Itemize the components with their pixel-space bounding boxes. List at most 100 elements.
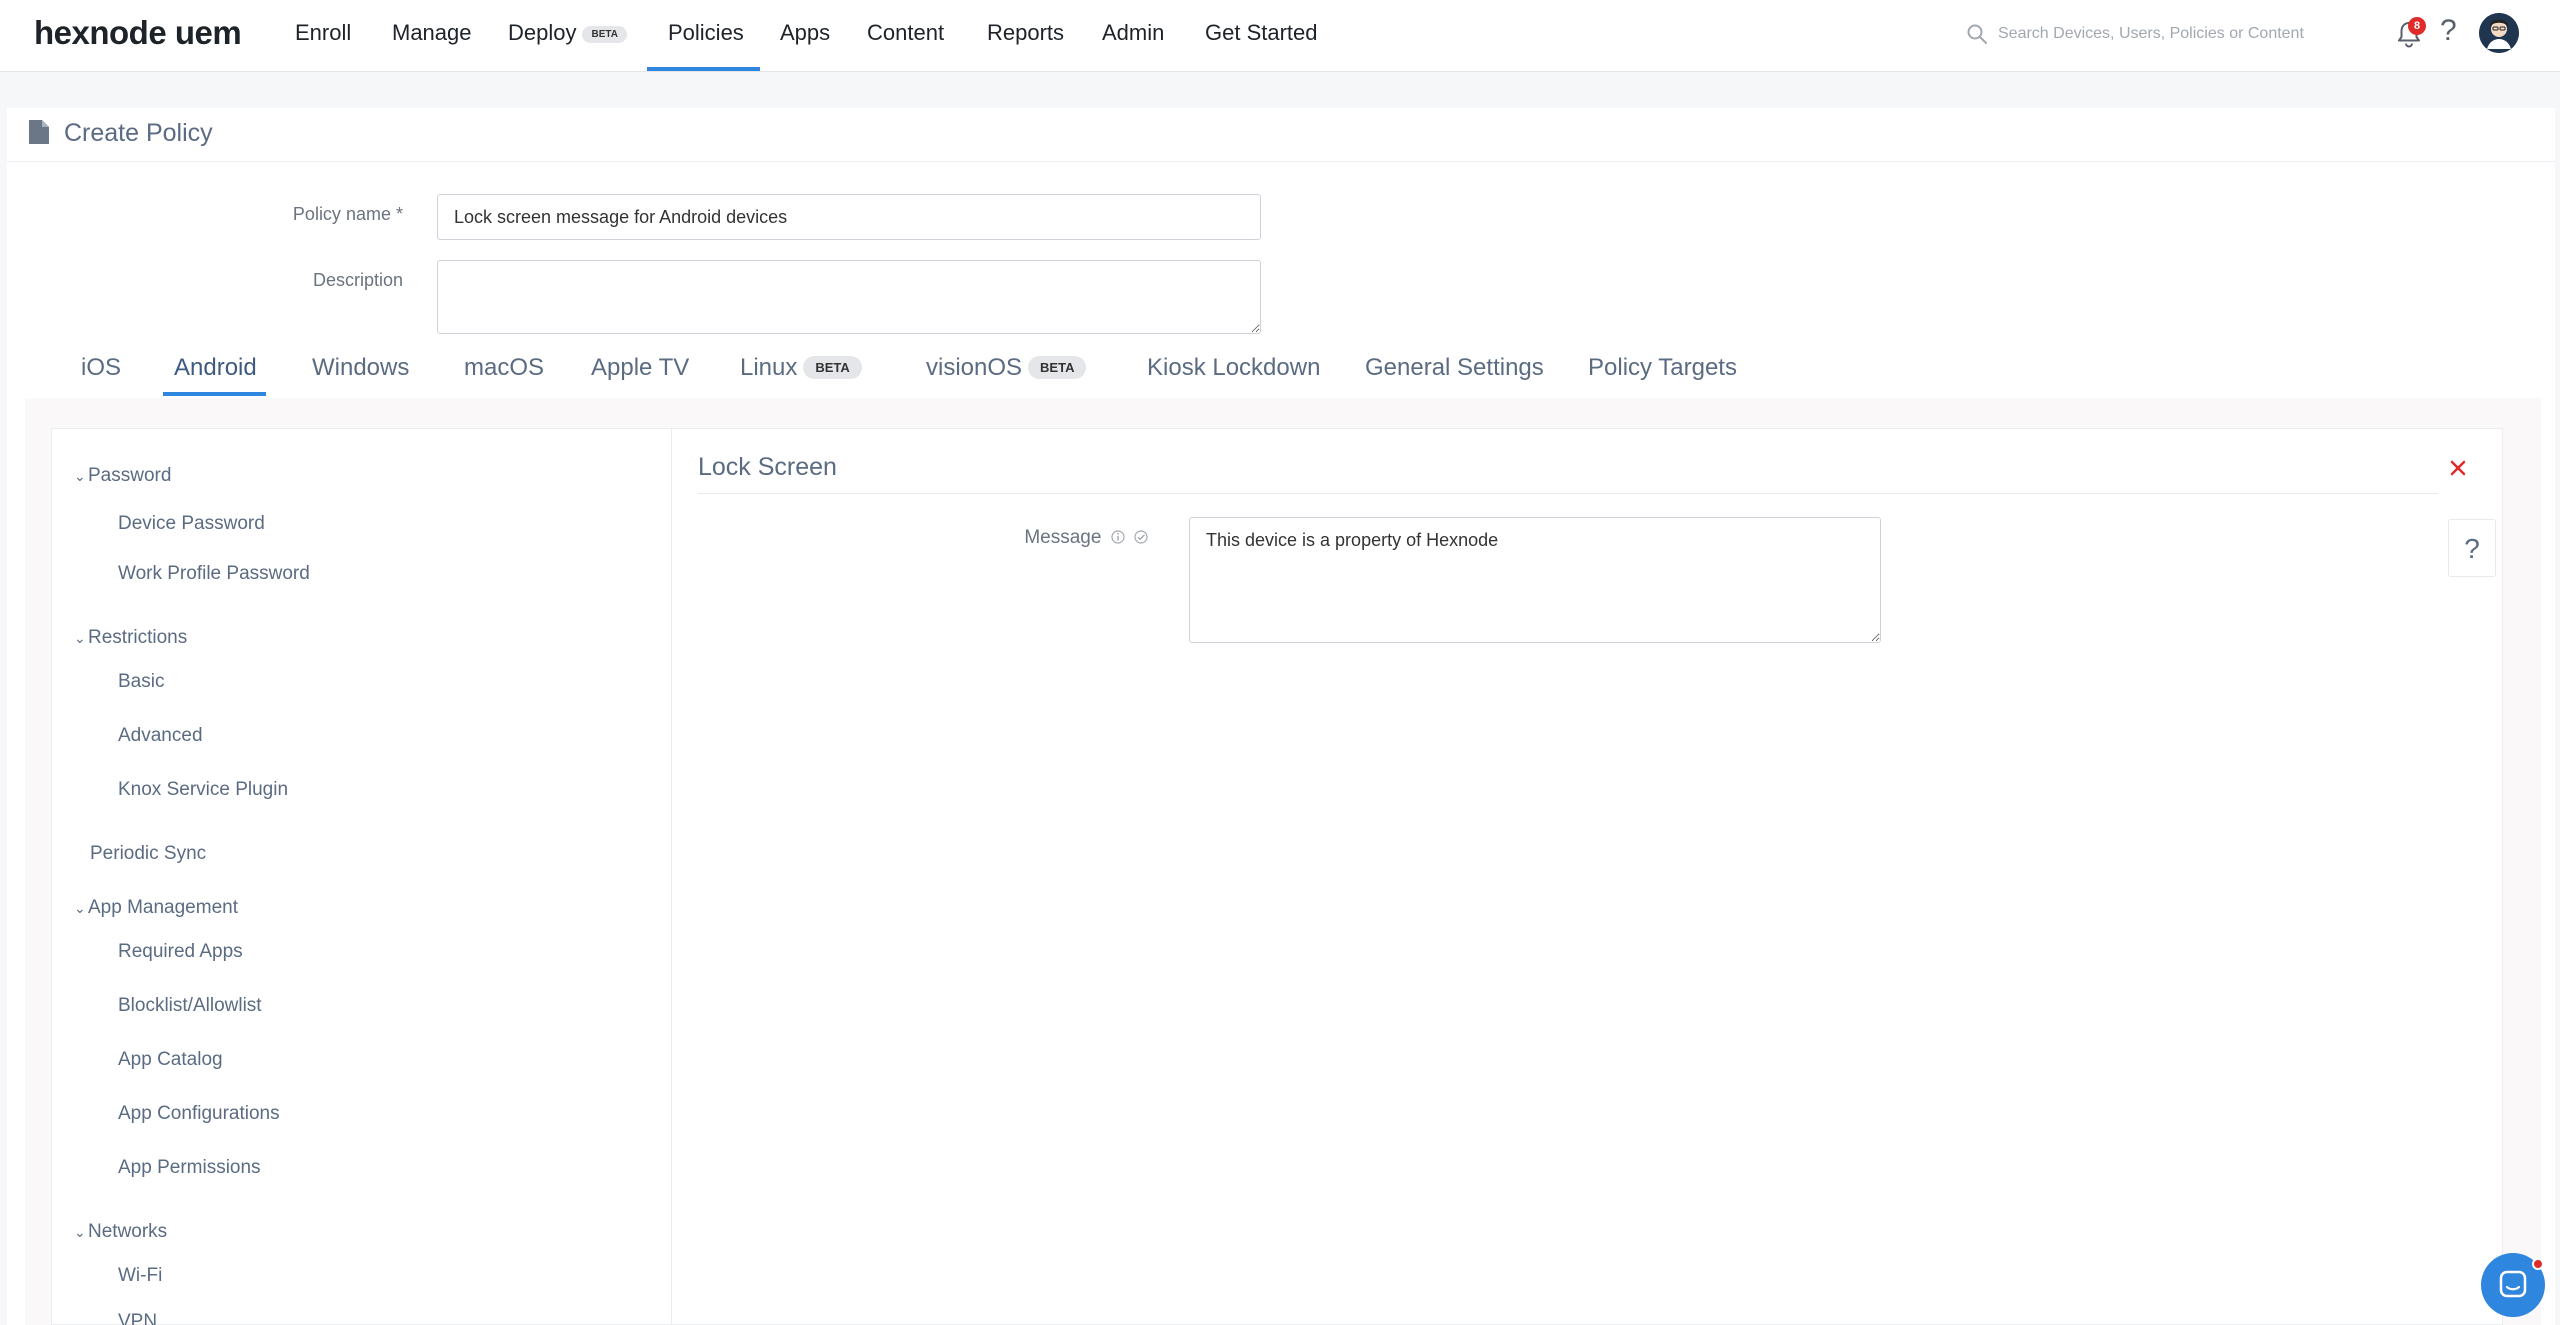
tab-windows-label: Windows bbox=[312, 354, 410, 381]
sidebar-group-networks[interactable]: ⌄ Networks bbox=[74, 1221, 167, 1243]
beta-badge: BETA bbox=[1028, 356, 1087, 379]
policy-editor-panel: ⌄ Password Device Password Work Profile P… bbox=[51, 428, 2503, 1325]
search-icon bbox=[1967, 24, 1987, 44]
tab-macos[interactable]: macOS bbox=[464, 354, 544, 382]
beta-badge: BETA bbox=[582, 25, 627, 43]
tab-windows[interactable]: Windows bbox=[312, 354, 409, 382]
user-avatar-icon bbox=[2479, 13, 2519, 53]
sidebar-item-knox-service-plugin[interactable]: Knox Service Plugin bbox=[118, 779, 288, 801]
sidebar-group-app-management-label: App Management bbox=[88, 897, 238, 918]
description-label: Description bbox=[312, 270, 403, 290]
sidebar-group-restrictions[interactable]: ⌄ Restrictions bbox=[74, 627, 187, 649]
tab-content-area: ⌄ Password Device Password Work Profile P… bbox=[25, 398, 2541, 1325]
sidebar-item-device-password[interactable]: Device Password bbox=[118, 513, 265, 535]
chevron-down-icon: ⌄ bbox=[74, 468, 86, 484]
chevron-down-icon: ⌄ bbox=[74, 900, 86, 916]
page-header: Create Policy bbox=[7, 108, 2555, 162]
tab-general-settings[interactable]: General Settings bbox=[1365, 354, 1544, 382]
nav-enroll-label: Enroll bbox=[295, 20, 352, 45]
sidebar-group-restrictions-label: Restrictions bbox=[88, 627, 188, 648]
tab-ios-label: iOS bbox=[81, 354, 122, 381]
nav-content[interactable]: Content bbox=[867, 20, 944, 46]
section-title: Lock Screen bbox=[698, 453, 837, 481]
message-label: Message bbox=[848, 527, 1148, 549]
tab-policy-targets[interactable]: Policy Targets bbox=[1588, 354, 1737, 382]
nav-apps-label: Apps bbox=[780, 20, 831, 45]
nav-manage[interactable]: Manage bbox=[392, 20, 472, 46]
section-help-button[interactable]: ? bbox=[2448, 519, 2496, 577]
page-title: Create Policy bbox=[64, 119, 213, 147]
check-circle-icon[interactable] bbox=[1134, 530, 1148, 544]
nav-get-started-label: Get Started bbox=[1205, 20, 1318, 45]
policy-name-input[interactable] bbox=[437, 194, 1261, 240]
platform-tabs: iOS Android Windows macOS Apple TV Linux… bbox=[7, 354, 2555, 398]
chat-unread-indicator bbox=[2532, 1258, 2544, 1270]
nav-get-started[interactable]: Get Started bbox=[1205, 20, 1318, 46]
nav-active-indicator bbox=[647, 67, 760, 71]
nav-policies[interactable]: Policies bbox=[668, 20, 744, 46]
nav-reports[interactable]: Reports bbox=[987, 20, 1064, 46]
sidebar-item-blocklist-allowlist[interactable]: Blocklist/Allowlist bbox=[118, 995, 262, 1017]
sidebar-item-required-apps[interactable]: Required Apps bbox=[118, 941, 243, 963]
sidebar-item-basic[interactable]: Basic bbox=[118, 671, 164, 693]
sidebar-item-wi-fi[interactable]: Wi-Fi bbox=[118, 1265, 162, 1287]
sidebar-group-networks-label: Networks bbox=[88, 1221, 168, 1242]
sidebar-item-app-permissions[interactable]: App Permissions bbox=[118, 1157, 261, 1179]
beta-badge: BETA bbox=[803, 356, 862, 379]
nav-admin[interactable]: Admin bbox=[1102, 20, 1164, 46]
nav-admin-label: Admin bbox=[1102, 20, 1165, 45]
tab-kiosk-lockdown[interactable]: Kiosk Lockdown bbox=[1147, 354, 1320, 382]
sidebar-item-vpn[interactable]: VPN bbox=[118, 1311, 157, 1325]
info-icon[interactable] bbox=[1111, 530, 1125, 544]
nav-manage-label: Manage bbox=[392, 20, 472, 45]
lock-screen-message-input[interactable]: This device is a property of Hexnode bbox=[1189, 517, 1881, 643]
hexnode-logo[interactable]: hexnode uem bbox=[34, 14, 242, 52]
lock-screen-section: Lock Screen ? Message This device is a p… bbox=[672, 429, 2504, 1325]
tab-kiosk-lockdown-label: Kiosk Lockdown bbox=[1147, 354, 1321, 381]
nav-deploy[interactable]: Deploy BETA bbox=[508, 20, 627, 46]
tab-android-label: Android bbox=[174, 354, 257, 381]
sidebar-group-app-management[interactable]: ⌄ App Management bbox=[74, 897, 238, 919]
tab-linux[interactable]: Linux BETA bbox=[740, 354, 862, 382]
tab-android[interactable]: Android bbox=[174, 354, 257, 382]
chevron-down-icon: ⌄ bbox=[74, 630, 86, 646]
sidebar-item-periodic-sync[interactable]: Periodic Sync bbox=[90, 843, 206, 865]
sidebar-group-password[interactable]: ⌄ Password bbox=[74, 465, 171, 487]
create-policy-page: Create Policy Policy name * Description … bbox=[7, 108, 2555, 1325]
nav-apps[interactable]: Apps bbox=[780, 20, 830, 46]
tab-visionos[interactable]: visionOS BETA bbox=[926, 354, 1087, 382]
close-icon[interactable] bbox=[2447, 457, 2469, 479]
tab-policy-targets-label: Policy Targets bbox=[1588, 354, 1737, 381]
tab-apple-tv-label: Apple TV bbox=[591, 354, 690, 381]
nav-reports-label: Reports bbox=[987, 20, 1065, 45]
nav-content-label: Content bbox=[867, 20, 945, 45]
section-divider bbox=[698, 493, 2438, 494]
tab-apple-tv[interactable]: Apple TV bbox=[591, 354, 689, 382]
nav-deploy-label: Deploy bbox=[508, 20, 577, 45]
global-search-input[interactable] bbox=[1998, 18, 2338, 50]
document-icon bbox=[29, 120, 49, 144]
help-icon[interactable]: ? bbox=[2440, 14, 2457, 48]
tab-ios[interactable]: iOS bbox=[81, 354, 121, 382]
sidebar-item-work-profile-password[interactable]: Work Profile Password bbox=[118, 563, 310, 585]
top-navbar: hexnode uem Enroll Manage Deploy BETA Pol… bbox=[0, 0, 2560, 72]
notification-count-badge: 8 bbox=[2408, 17, 2426, 35]
avatar[interactable] bbox=[2479, 13, 2519, 53]
tab-active-indicator bbox=[163, 392, 266, 396]
sidebar-group-password-label: Password bbox=[88, 465, 172, 486]
description-input[interactable] bbox=[437, 260, 1261, 334]
message-label-text: Message bbox=[1024, 527, 1102, 548]
sidebar-item-app-catalog[interactable]: App Catalog bbox=[118, 1049, 223, 1071]
nav-policies-label: Policies bbox=[668, 20, 744, 45]
policy-name-label: Policy name * bbox=[103, 204, 403, 225]
sidebar-item-advanced[interactable]: Advanced bbox=[118, 725, 203, 747]
nav-enroll[interactable]: Enroll bbox=[295, 20, 351, 46]
tab-macos-label: macOS bbox=[464, 354, 545, 381]
policy-name-label-text: Policy name bbox=[292, 204, 391, 224]
chevron-down-icon: ⌄ bbox=[74, 1224, 86, 1240]
tab-visionos-label: visionOS bbox=[926, 354, 1023, 381]
tab-general-settings-label: General Settings bbox=[1365, 354, 1544, 381]
sidebar-item-app-configurations[interactable]: App Configurations bbox=[118, 1103, 280, 1125]
tab-linux-label: Linux bbox=[740, 354, 798, 381]
policy-sidebar: ⌄ Password Device Password Work Profile P… bbox=[52, 429, 672, 1325]
